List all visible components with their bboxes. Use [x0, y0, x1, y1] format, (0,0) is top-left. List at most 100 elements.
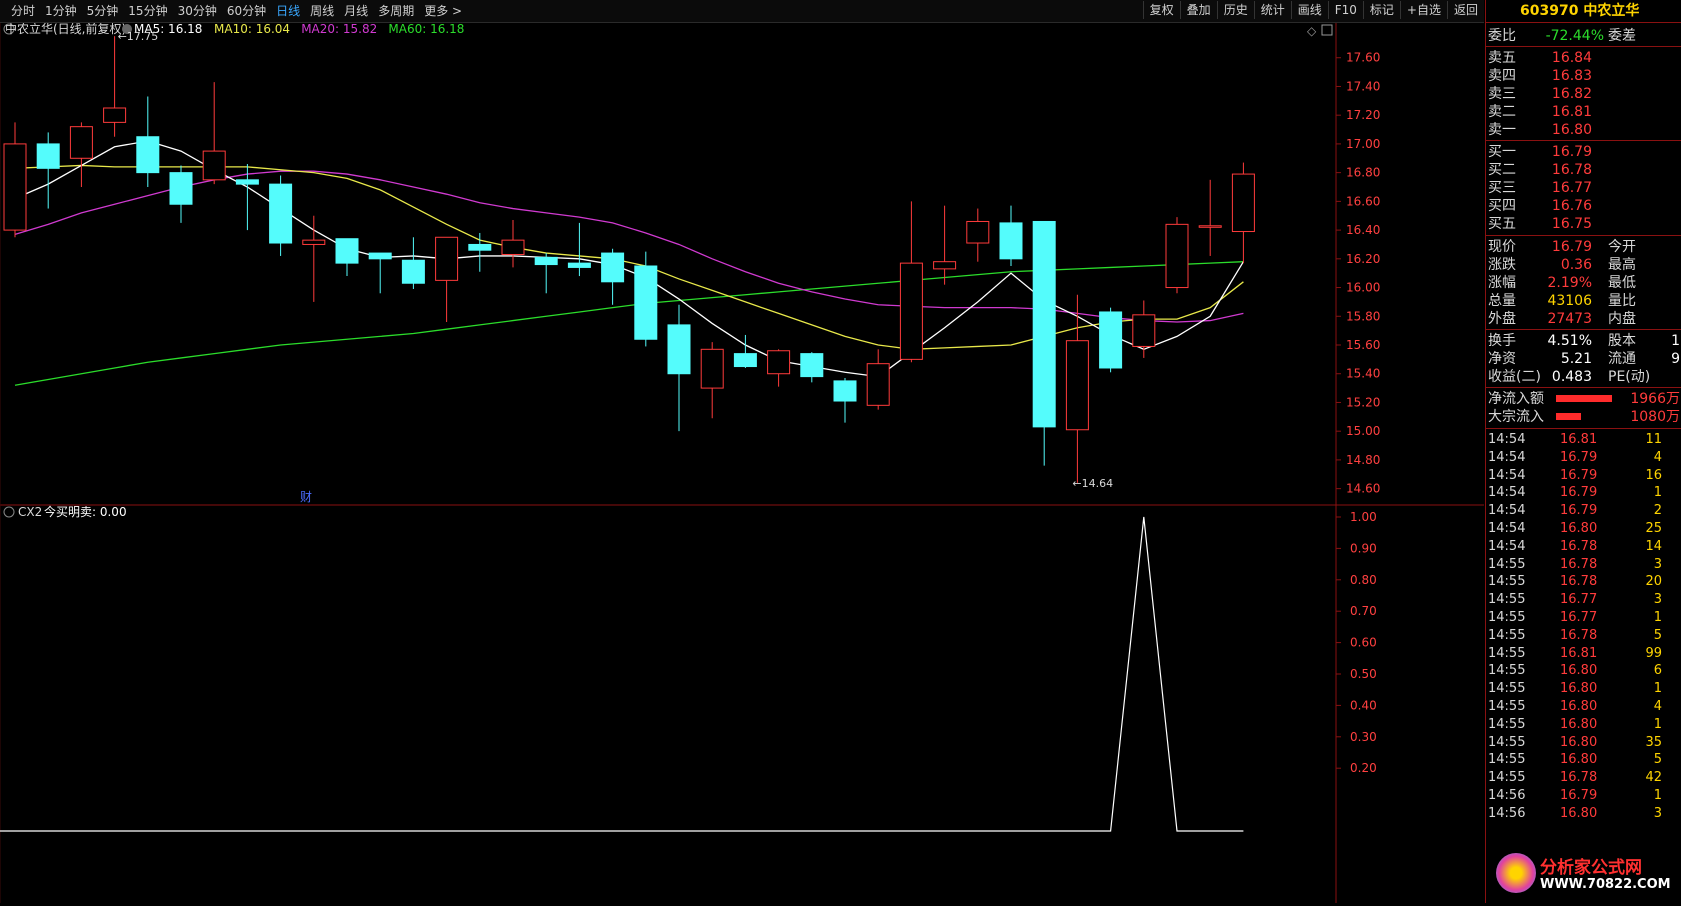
bid-price: 16.77: [1551, 180, 1592, 196]
stat-label: 涨跌: [1488, 257, 1516, 273]
period-tab-2[interactable]: 5分钟: [82, 3, 124, 19]
period-tab-10[interactable]: 更多 >: [419, 3, 467, 19]
action-button-5[interactable]: F10: [1327, 1, 1363, 19]
candle-body-15: [501, 239, 525, 256]
period-tab-8[interactable]: 月线: [339, 3, 373, 19]
candle-body-0: [3, 143, 27, 231]
price-label-14: 14.80: [1346, 453, 1380, 467]
action-button-3[interactable]: 统计: [1253, 1, 1291, 19]
candle-body-9: [302, 239, 326, 245]
tick-row-3: 14:54 16.79 1: [1486, 484, 1681, 501]
stat2-value: 5.21: [1560, 351, 1592, 367]
period-tab-7[interactable]: 周线: [305, 3, 339, 19]
kline-chart-svg[interactable]: 中农立华(日线,前复权) MA5: 16.18 MA10: 16.04 MA20: 1…: [0, 21, 1484, 903]
period-tab-0[interactable]: 分时: [6, 3, 40, 19]
bid-label: 买一: [1488, 144, 1516, 160]
high-label: ←17.75: [118, 30, 159, 43]
ma-label-1: MA10: 16.04: [214, 23, 290, 36]
period-tab-4[interactable]: 30分钟: [173, 3, 222, 19]
quote-panel: 603970 中农立华 委比 -72.44% 委差 卖五 16.84 卖四 16.8…: [1485, 0, 1681, 903]
tick-volume: 1: [1653, 485, 1662, 501]
candle-body-23: [767, 350, 791, 375]
tick-time: 14:56: [1488, 805, 1526, 821]
chart-area[interactable]: 中农立华(日线,前复权) MA5: 16.18 MA10: 16.04 MA20: 1…: [0, 21, 1484, 903]
candle-body-30: [999, 222, 1023, 260]
action-button-4[interactable]: 画线: [1290, 1, 1328, 19]
price-label-0: 17.60: [1346, 51, 1380, 65]
tick-row-20: 14:56 16.79 1: [1486, 787, 1681, 804]
ask-row-1: 卖四 16.83: [1486, 67, 1681, 85]
tick-volume: 3: [1653, 805, 1662, 821]
ask-label: 卖五: [1488, 50, 1516, 66]
action-button-7[interactable]: +自选: [1399, 1, 1447, 19]
tick-price: 16.80: [1560, 521, 1598, 536]
tick-time: 14:54: [1488, 485, 1526, 501]
tick-volume: 4: [1653, 699, 1662, 714]
stat2-label: 净资: [1488, 351, 1516, 367]
tick-price: 16.78: [1560, 627, 1598, 643]
tick-time: 14:54: [1488, 521, 1526, 536]
ma60-line: [14, 261, 1244, 386]
flow-row-1: 大宗流入 1080万: [1486, 408, 1681, 426]
candle-body-10: [335, 238, 359, 264]
tick-time: 14:55: [1488, 734, 1526, 750]
candle-body-29: [966, 220, 990, 244]
tick-volume: 3: [1653, 556, 1662, 572]
weibi-value: -72.44%: [1545, 28, 1604, 44]
tick-time: 14:55: [1488, 556, 1526, 572]
stat2-label: 收益(二): [1488, 369, 1541, 385]
ma-label-2: MA20: 15.82: [301, 23, 377, 36]
stat-label-2: 内盘: [1608, 311, 1636, 327]
candle-body-33: [1099, 311, 1123, 369]
stat-value: 27473: [1547, 311, 1592, 327]
period-tab-1[interactable]: 1分钟: [40, 3, 82, 19]
action-button-0[interactable]: 复权: [1142, 1, 1180, 19]
action-button-8[interactable]: 返回: [1446, 1, 1484, 19]
period-tab-3[interactable]: 15分钟: [123, 3, 172, 19]
period-tab-5[interactable]: 60分钟: [222, 3, 271, 19]
watermark-url: WWW.70822.COM: [1540, 877, 1671, 892]
stock-code-name[interactable]: 603970 中农立华: [1486, 0, 1681, 23]
price-label-9: 15.80: [1346, 309, 1380, 323]
tick-volume: 3: [1653, 592, 1662, 608]
candle-body-17: [567, 262, 591, 268]
ask-label: 卖二: [1488, 104, 1516, 120]
ind-label-6: 0.40: [1350, 698, 1377, 712]
tick-time: 14:55: [1488, 610, 1526, 625]
stat-row-4: 外盘 27473 内盘: [1486, 310, 1681, 328]
sep-1: [1486, 46, 1681, 47]
price-label-8: 16.00: [1346, 281, 1380, 295]
tick-time: 14:54: [1488, 503, 1526, 519]
candle-body-20: [667, 324, 691, 375]
tick-price: 16.80: [1560, 752, 1598, 768]
price-label-6: 16.40: [1346, 223, 1380, 237]
ask-label: 卖一: [1488, 122, 1516, 138]
ind-label-2: 0.80: [1350, 573, 1377, 587]
flow-bar: [1556, 395, 1612, 402]
ma5-line: [14, 140, 1244, 378]
tick-price: 16.81: [1560, 432, 1598, 447]
action-button-6[interactable]: 标记: [1362, 1, 1400, 19]
chart-stock-name: 中农立华(日线,前复权): [5, 23, 126, 36]
price-label-4: 16.80: [1346, 166, 1380, 180]
tick-volume: 6: [1653, 663, 1662, 679]
candle-body-14: [468, 243, 492, 251]
action-button-2[interactable]: 历史: [1216, 1, 1254, 19]
candle-body-7: [235, 179, 259, 185]
tick-price: 16.81: [1560, 645, 1598, 661]
tick-volume: 1: [1653, 610, 1662, 625]
ask-row-3: 卖二 16.81: [1486, 103, 1681, 121]
price-label-3: 17.00: [1346, 137, 1380, 151]
tick-row-7: 14:55 16.78 3: [1486, 556, 1681, 573]
tick-time: 14:55: [1488, 645, 1526, 661]
flow-label: 净流入额: [1488, 391, 1544, 407]
flow-label: 大宗流入: [1488, 409, 1544, 425]
tick-price: 16.80: [1560, 663, 1598, 679]
stat-value: 43106: [1547, 293, 1592, 309]
action-button-1[interactable]: 叠加: [1179, 1, 1217, 19]
period-tab-9[interactable]: 多周期: [373, 3, 419, 19]
period-tab-6[interactable]: 日线: [271, 3, 305, 19]
tick-price: 16.80: [1560, 699, 1598, 714]
tick-row-4: 14:54 16.79 2: [1486, 502, 1681, 519]
tick-time: 14:54: [1488, 449, 1526, 465]
